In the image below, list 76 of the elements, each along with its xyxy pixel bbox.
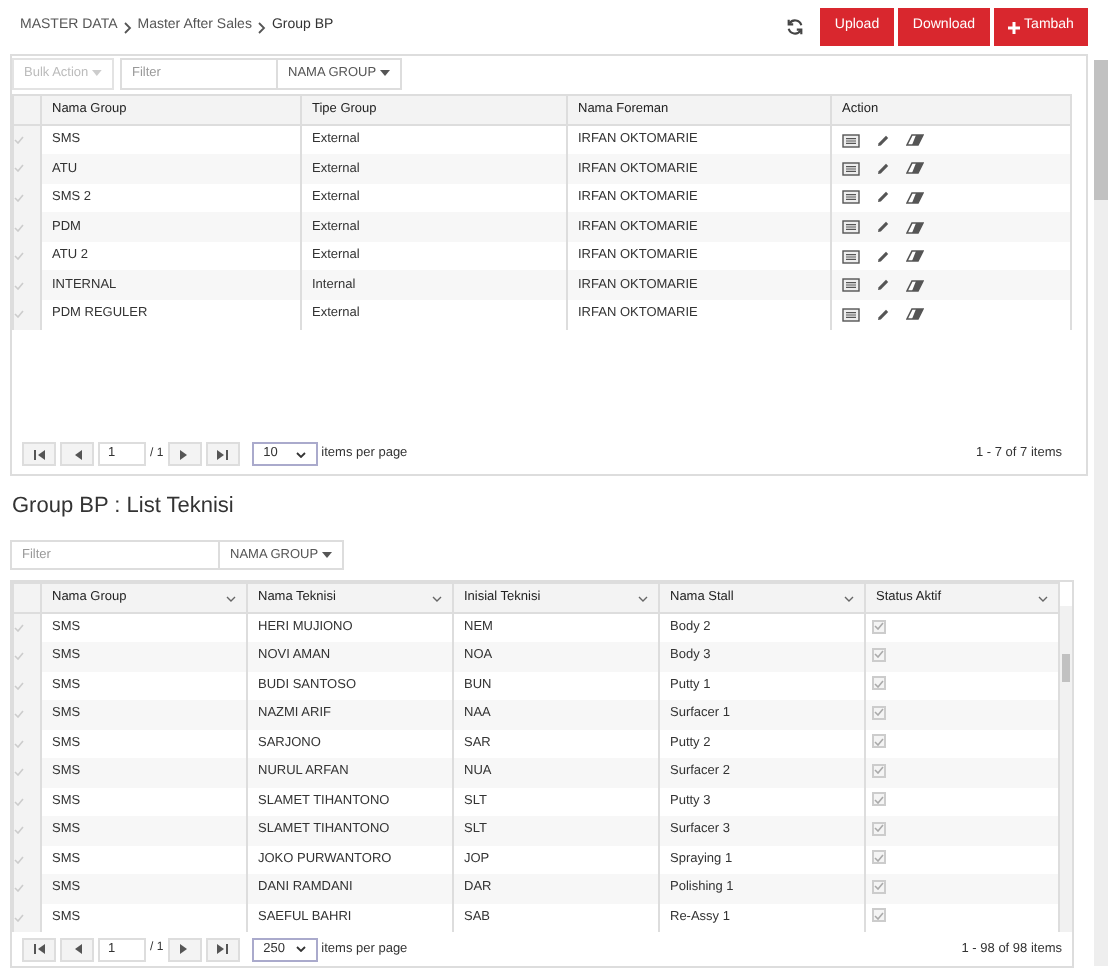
check-icon bbox=[14, 884, 24, 893]
status-checkbox[interactable] bbox=[872, 647, 886, 662]
previous-icon bbox=[73, 449, 81, 459]
check-icon bbox=[14, 739, 24, 748]
check-icon bbox=[14, 624, 24, 632]
check-icon bbox=[14, 797, 24, 806]
status-checkbox[interactable] bbox=[872, 705, 886, 720]
caret-icon bbox=[322, 552, 333, 558]
first-page-button[interactable] bbox=[22, 442, 56, 466]
chevron-down-icon bbox=[226, 595, 236, 601]
check-icon bbox=[14, 281, 24, 290]
status-checkbox[interactable] bbox=[872, 879, 886, 894]
eraser-icon[interactable] bbox=[906, 191, 924, 204]
next-page-button[interactable] bbox=[167, 442, 202, 466]
check-icon bbox=[14, 136, 24, 145]
status-checkbox[interactable] bbox=[872, 850, 886, 865]
check-icon bbox=[14, 855, 24, 864]
list-icon[interactable] bbox=[842, 249, 860, 264]
previous-page-button[interactable] bbox=[60, 442, 94, 466]
chevron-down-icon bbox=[844, 595, 854, 601]
eraser-icon[interactable] bbox=[906, 279, 924, 292]
eraser-icon[interactable] bbox=[906, 134, 924, 147]
chevron-down-icon bbox=[1038, 595, 1048, 601]
check-icon bbox=[14, 681, 24, 690]
last-page-icon bbox=[216, 944, 229, 954]
check-icon bbox=[14, 252, 24, 261]
next-page-button[interactable] bbox=[167, 937, 202, 961]
list-icon[interactable] bbox=[842, 161, 860, 176]
page-scrollbar[interactable] bbox=[1094, 60, 1108, 966]
last-page-icon bbox=[216, 449, 229, 459]
check-icon bbox=[14, 310, 24, 319]
section-title: Group BP : List Teknisi bbox=[10, 492, 236, 522]
list-icon[interactable] bbox=[842, 307, 860, 322]
check-icon bbox=[14, 913, 24, 922]
previous-page-button[interactable] bbox=[60, 937, 94, 961]
eraser-icon[interactable] bbox=[906, 308, 924, 321]
refresh-icon[interactable] bbox=[786, 18, 804, 36]
check-icon bbox=[14, 826, 24, 835]
scrollbar[interactable] bbox=[1060, 606, 1072, 932]
eraser-icon[interactable] bbox=[906, 162, 924, 175]
chevron-icon bbox=[257, 21, 266, 33]
check-icon bbox=[14, 652, 24, 661]
eraser-icon[interactable] bbox=[906, 221, 924, 234]
check-icon bbox=[14, 768, 24, 777]
next-icon bbox=[180, 449, 189, 459]
chevron-down-icon bbox=[432, 595, 442, 601]
check-icon bbox=[14, 164, 24, 173]
status-checkbox[interactable] bbox=[872, 676, 886, 691]
status-checkbox[interactable] bbox=[872, 763, 886, 778]
chevron-down-icon bbox=[295, 451, 306, 457]
status-checkbox[interactable] bbox=[872, 908, 886, 923]
previous-icon bbox=[73, 944, 81, 954]
status-checkbox[interactable] bbox=[872, 792, 886, 807]
check-icon bbox=[14, 193, 24, 202]
status-checkbox[interactable] bbox=[872, 734, 886, 749]
check-icon bbox=[14, 710, 24, 719]
check-icon bbox=[14, 223, 24, 232]
first-page-button[interactable] bbox=[22, 937, 56, 961]
eraser-icon[interactable] bbox=[906, 250, 924, 263]
chevron-icon bbox=[123, 21, 132, 33]
last-page-button[interactable] bbox=[205, 937, 240, 961]
first-page-icon bbox=[33, 944, 45, 954]
caret-icon bbox=[380, 70, 391, 76]
chevron-down-icon bbox=[638, 595, 648, 601]
status-checkbox[interactable] bbox=[872, 821, 886, 836]
caret-icon bbox=[92, 70, 102, 76]
next-icon bbox=[180, 944, 189, 954]
first-page-icon bbox=[33, 449, 45, 459]
chevron-down-icon bbox=[295, 946, 306, 952]
list-icon[interactable] bbox=[842, 133, 860, 148]
list-icon[interactable] bbox=[842, 220, 860, 235]
last-page-button[interactable] bbox=[205, 442, 240, 466]
status-checkbox[interactable] bbox=[872, 619, 886, 634]
list-icon[interactable] bbox=[842, 278, 860, 293]
list-icon[interactable] bbox=[842, 190, 860, 205]
plus-icon bbox=[1008, 21, 1021, 33]
